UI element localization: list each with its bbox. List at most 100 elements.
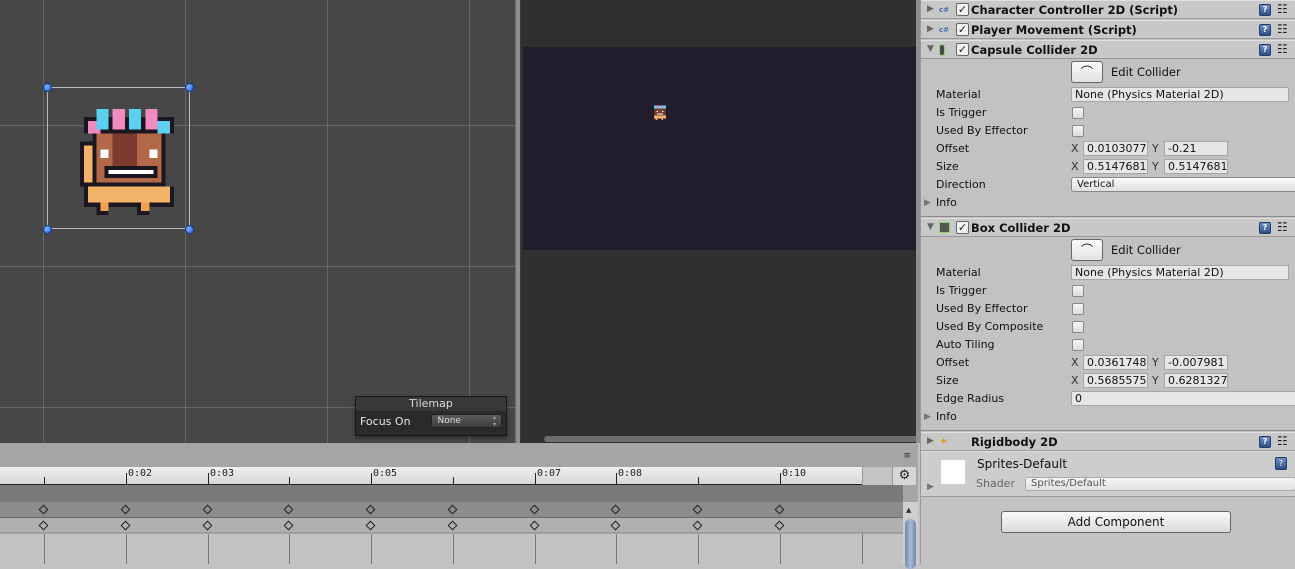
ruler-tick	[780, 473, 781, 484]
panel-menu-icon[interactable]: ≡	[903, 451, 911, 461]
info-label[interactable]: Info	[936, 196, 957, 209]
help-icon[interactable]: ?	[1275, 457, 1287, 470]
rigidbody-icon: ✦	[939, 435, 949, 448]
collapse-arrow-icon[interactable]: ▼	[927, 44, 934, 54]
enabled-checkbox[interactable]: ✓	[956, 43, 969, 56]
scroll-up-icon[interactable]: ▲	[906, 506, 911, 514]
keyframe-guide-line	[371, 534, 372, 564]
size-y-field[interactable]: 0.5147681	[1164, 159, 1228, 174]
expand-arrow-icon[interactable]: ▶	[927, 4, 934, 14]
help-icon[interactable]: ?	[1259, 436, 1271, 448]
add-component-button[interactable]: Add Component	[1001, 511, 1231, 533]
edit-collider-button[interactable]: ⌒	[1071, 61, 1103, 83]
component-header-box-collider[interactable]: ▼ ✓ Box Collider 2D ? ☷	[921, 218, 1295, 237]
resize-handle-top-left[interactable]	[43, 83, 52, 92]
keyframe-guide-line	[616, 534, 617, 564]
y-label: Y	[1152, 356, 1159, 369]
x-label: X	[1071, 374, 1079, 387]
used-by-effector-checkbox[interactable]	[1072, 303, 1084, 315]
offset-x-field[interactable]: 0.0361748	[1083, 355, 1148, 370]
info-expand-icon[interactable]: ▶	[924, 412, 931, 422]
scene-view[interactable]: Tilemap Focus On None	[0, 0, 517, 443]
used-by-effector-label: Used By Effector	[936, 302, 1028, 315]
x-label: X	[1071, 160, 1079, 173]
auto-tiling-checkbox[interactable]	[1072, 339, 1084, 351]
timeline-ruler[interactable]: 0:02 0:03 0:05 0:07 0:08 0:10	[0, 467, 862, 485]
help-icon[interactable]: ?	[1259, 4, 1271, 16]
expand-arrow-icon[interactable]: ▶	[927, 482, 934, 492]
ruler-tick-label: 0:10	[782, 468, 807, 479]
help-icon[interactable]: ?	[1259, 222, 1271, 234]
empty-track-area	[0, 534, 903, 564]
enabled-checkbox[interactable]: ✓	[956, 23, 969, 36]
expand-arrow-icon[interactable]: ▶	[927, 436, 934, 446]
y-label: Y	[1152, 142, 1159, 155]
is-trigger-checkbox[interactable]	[1072, 285, 1084, 297]
game-view	[521, 0, 918, 443]
help-icon[interactable]: ?	[1259, 24, 1271, 36]
tilemap-overlay: Tilemap Focus On None	[355, 396, 507, 436]
used-by-composite-checkbox[interactable]	[1072, 321, 1084, 333]
edit-collider-label: Edit Collider	[1111, 243, 1181, 257]
game-horizontal-scrollbar[interactable]	[544, 436, 918, 442]
is-trigger-checkbox[interactable]	[1072, 107, 1084, 119]
collapse-arrow-icon[interactable]: ▼	[927, 222, 934, 232]
gear-icon[interactable]: ⚙	[892, 467, 916, 485]
material-label: Material	[936, 266, 981, 279]
ruler-tick	[453, 477, 454, 484]
material-field[interactable]: None (Physics Material 2D)	[1071, 87, 1289, 102]
shader-dropdown[interactable]: Sprites/Default	[1025, 477, 1295, 491]
resize-handle-bottom-right[interactable]	[185, 225, 194, 234]
edge-radius-label: Edge Radius	[936, 392, 1005, 405]
x-label: X	[1071, 142, 1079, 155]
component-name: Box Collider 2D	[971, 221, 1071, 235]
keyframe-guide-line	[208, 534, 209, 564]
component-name: Character Controller 2D (Script)	[971, 3, 1179, 17]
offset-y-field[interactable]: -0.007981	[1164, 355, 1228, 370]
material-preview	[941, 460, 965, 484]
settings-icon[interactable]: ☷	[1277, 42, 1288, 56]
settings-icon[interactable]: ☷	[1277, 2, 1288, 16]
player-sprite-small	[654, 105, 666, 120]
timeline-vertical-scrollbar[interactable]: ▲	[903, 502, 918, 569]
offset-x-field[interactable]: 0.0103077	[1083, 141, 1148, 156]
material-label: Material	[936, 88, 981, 101]
y-label: Y	[1152, 374, 1159, 387]
size-y-field[interactable]: 0.6281327	[1164, 373, 1228, 388]
component-header-rigidbody[interactable]: ▶ ✦ Rigidbody 2D ? ☷	[921, 432, 1295, 451]
ruler-tick-label: 0:08	[618, 468, 643, 479]
material-field[interactable]: None (Physics Material 2D)	[1071, 265, 1289, 280]
resize-handle-bottom-left[interactable]	[43, 225, 52, 234]
clip-end-line	[862, 534, 863, 564]
settings-icon[interactable]: ☷	[1277, 22, 1288, 36]
player-sprite[interactable]	[76, 104, 182, 228]
edit-collider-button[interactable]: ⌒	[1071, 239, 1103, 261]
offset-y-field[interactable]: -0.21	[1164, 141, 1228, 156]
enabled-checkbox[interactable]: ✓	[956, 221, 969, 234]
focus-on-dropdown[interactable]: None	[431, 414, 502, 428]
settings-icon[interactable]: ☷	[1277, 434, 1288, 448]
cs-script-icon: c#	[939, 26, 950, 34]
edge-radius-field[interactable]: 0	[1071, 391, 1295, 406]
size-x-field[interactable]: 0.5685575	[1083, 373, 1148, 388]
size-x-field[interactable]: 0.5147681	[1083, 159, 1148, 174]
used-by-composite-label: Used By Composite	[936, 320, 1044, 333]
info-label[interactable]: Info	[936, 410, 957, 423]
material-name: Sprites-Default	[977, 457, 1068, 471]
component-header-character-controller[interactable]: ▶ c# ✓ Character Controller 2D (Script) …	[921, 0, 1295, 19]
direction-dropdown[interactable]: Vertical	[1071, 177, 1295, 192]
component-name: Capsule Collider 2D	[971, 43, 1098, 57]
settings-icon[interactable]: ☷	[1277, 220, 1288, 234]
keyframe-guide-line	[126, 534, 127, 564]
info-expand-icon[interactable]: ▶	[924, 198, 931, 208]
help-icon[interactable]: ?	[1259, 44, 1271, 56]
inspector-panel: ▶ c# ✓ Character Controller 2D (Script) …	[920, 0, 1295, 564]
scroll-thumb[interactable]	[905, 519, 916, 569]
divider	[921, 216, 1295, 217]
component-header-player-movement[interactable]: ▶ c# ✓ Player Movement (Script) ? ☷	[921, 20, 1295, 39]
resize-handle-top-right[interactable]	[185, 83, 194, 92]
expand-arrow-icon[interactable]: ▶	[927, 24, 934, 34]
used-by-effector-checkbox[interactable]	[1072, 125, 1084, 137]
enabled-checkbox[interactable]: ✓	[956, 3, 969, 16]
component-header-capsule-collider[interactable]: ▼ ✓ Capsule Collider 2D ? ☷	[921, 40, 1295, 59]
